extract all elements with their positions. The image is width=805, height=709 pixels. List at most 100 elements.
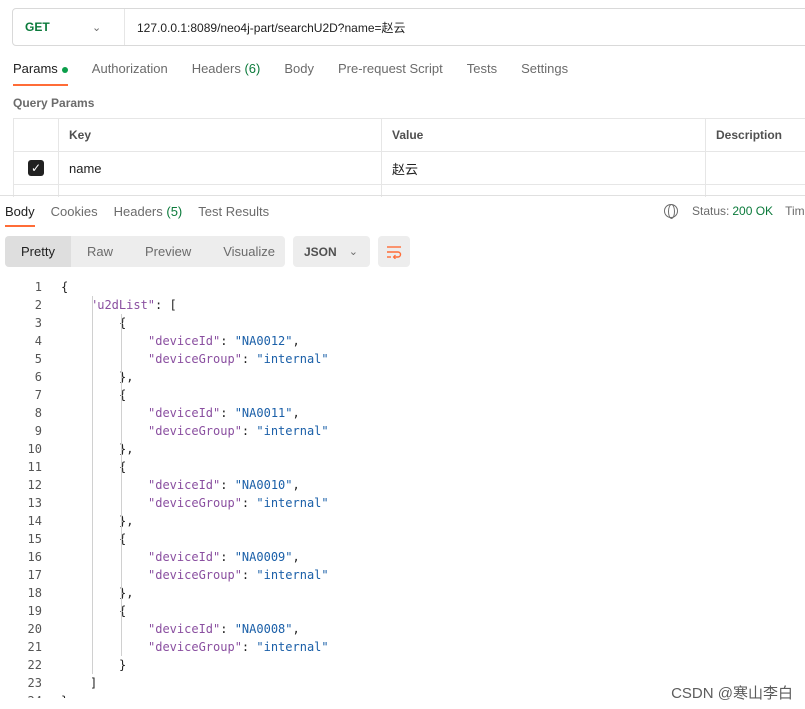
- code-text: {: [61, 280, 69, 294]
- code-text: "deviceGroup": "internal": [148, 352, 329, 366]
- tab-params[interactable]: Params: [13, 61, 68, 86]
- request-tabs: Params Authorization Headers (6) Body Pr…: [13, 61, 592, 86]
- view-pretty-button[interactable]: Pretty: [5, 236, 71, 267]
- row-checkbox-cell: ✓: [13, 152, 58, 184]
- json-string: "internal": [256, 424, 329, 438]
- json-key: "deviceId": [148, 478, 221, 492]
- code-text: "deviceId": "NA0011",: [148, 406, 300, 420]
- line-number: 16: [27, 550, 42, 564]
- format-select[interactable]: JSON ⌄: [293, 236, 370, 267]
- headers-count: (5): [166, 204, 183, 219]
- response-body-editor[interactable]: 1{2 "u2dList": [3 {4 "deviceId": "NA0012", 5…: [0, 278, 805, 698]
- pane-divider[interactable]: [0, 195, 805, 196]
- tab-settings[interactable]: Settings: [521, 61, 568, 86]
- header-description: Description: [705, 119, 805, 151]
- params-active-dot: [61, 66, 68, 73]
- line-number: 4: [34, 334, 42, 348]
- view-mode-group: Pretty Raw Preview Visualize: [5, 236, 285, 267]
- query-params-title: Query Params: [13, 96, 95, 110]
- globe-icon[interactable]: [664, 204, 678, 219]
- line-number: 18: [27, 586, 42, 600]
- tab-response-headers[interactable]: Headers (5): [114, 204, 183, 227]
- json-string: "internal": [256, 496, 329, 510]
- table-row: ✓ name 赵云: [13, 152, 805, 185]
- code-text: }: [119, 658, 127, 672]
- param-key-field[interactable]: name: [58, 152, 381, 184]
- view-preview-button[interactable]: Preview: [129, 236, 207, 267]
- tab-cookies[interactable]: Cookies: [51, 204, 98, 227]
- tab-tests[interactable]: Tests: [467, 61, 497, 86]
- code-text: "deviceGroup": "internal": [148, 640, 329, 654]
- line-number: 13: [27, 496, 42, 510]
- code-text: "deviceGroup": "internal": [148, 568, 329, 582]
- json-string: "NA0010": [234, 478, 293, 492]
- code-text: "deviceId": "NA0009",: [148, 550, 300, 564]
- wrap-lines-icon: [387, 245, 402, 259]
- indent-guide: [92, 296, 93, 674]
- headers-count: (6): [244, 61, 261, 76]
- tab-response-body[interactable]: Body: [5, 204, 35, 227]
- format-label: JSON: [304, 244, 337, 259]
- code-text: "deviceGroup": "internal": [148, 496, 329, 510]
- line-number: 23: [27, 676, 42, 690]
- param-value-field[interactable]: 赵云: [381, 152, 705, 184]
- line-number: 5: [34, 352, 42, 366]
- url-input[interactable]: 127.0.0.1:8089/neo4j-part/searchU2D?name…: [125, 19, 406, 36]
- code-text: "u2dList": [: [90, 298, 177, 312]
- tab-headers[interactable]: Headers (6): [192, 61, 261, 86]
- params-table: Key Value Description ✓ name 赵云: [13, 118, 805, 197]
- line-number: 6: [34, 370, 42, 384]
- indent-guide: [121, 314, 122, 656]
- json-string: "NA0008": [234, 622, 293, 636]
- code-text: "deviceId": "NA0010",: [148, 478, 300, 492]
- tab-body[interactable]: Body: [284, 61, 314, 86]
- line-number: 12: [27, 478, 42, 492]
- line-number: 9: [34, 424, 42, 438]
- row-checkbox[interactable]: ✓: [28, 160, 44, 176]
- header-value: Value: [381, 119, 705, 151]
- line-number: 10: [27, 442, 42, 456]
- json-string: "NA0009": [234, 550, 293, 564]
- response-tabs: Body Cookies Headers (5) Test Results: [5, 204, 285, 227]
- json-key: "deviceGroup": [148, 640, 242, 654]
- line-number: 19: [27, 604, 42, 618]
- json-key: "deviceGroup": [148, 568, 242, 582]
- status-area: Status: 200 OK Tim: [664, 204, 805, 219]
- json-string: "internal": [256, 352, 329, 366]
- table-header-row: Key Value Description: [13, 119, 805, 152]
- status-badge[interactable]: 200 OK: [732, 204, 773, 218]
- json-key: "deviceId": [148, 334, 221, 348]
- line-number: 15: [27, 532, 42, 546]
- json-key: "deviceId": [148, 550, 221, 564]
- view-visualize-button[interactable]: Visualize: [207, 236, 291, 267]
- line-number: 8: [34, 406, 42, 420]
- json-key: "deviceId": [148, 622, 221, 636]
- header-key: Key: [58, 119, 381, 151]
- line-number: 7: [34, 388, 42, 402]
- wrap-lines-button[interactable]: [378, 236, 410, 267]
- view-raw-button[interactable]: Raw: [71, 236, 129, 267]
- tab-test-results[interactable]: Test Results: [198, 204, 269, 227]
- line-number: 22: [27, 658, 42, 672]
- tab-label: Headers: [113, 204, 163, 219]
- json-key: "deviceId": [148, 406, 221, 420]
- chevron-down-icon: ⌄: [92, 21, 102, 34]
- json-key: "deviceGroup": [148, 352, 242, 366]
- code-text: "deviceId": "NA0008",: [148, 622, 300, 636]
- line-number: 17: [27, 568, 42, 582]
- code-line: 1{: [0, 278, 805, 296]
- url-bar: GET ⌄ 127.0.0.1:8089/neo4j-part/searchU2…: [12, 8, 805, 46]
- line-number: 3: [34, 316, 42, 330]
- method-select[interactable]: GET ⌄: [13, 9, 125, 45]
- code-text: ]: [90, 676, 98, 690]
- code-text: "deviceGroup": "internal": [148, 424, 329, 438]
- line-number: 1: [34, 280, 42, 294]
- watermark: CSDN @寒山李白: [671, 685, 793, 702]
- code-line: 2 "u2dList": [: [0, 296, 805, 314]
- code-line: 22}: [0, 656, 805, 674]
- json-string: "NA0011": [234, 406, 293, 420]
- tab-pre-request-script[interactable]: Pre-request Script: [338, 61, 443, 86]
- tab-label: Params: [13, 61, 58, 76]
- param-description-field[interactable]: [705, 152, 805, 184]
- tab-authorization[interactable]: Authorization: [92, 61, 168, 86]
